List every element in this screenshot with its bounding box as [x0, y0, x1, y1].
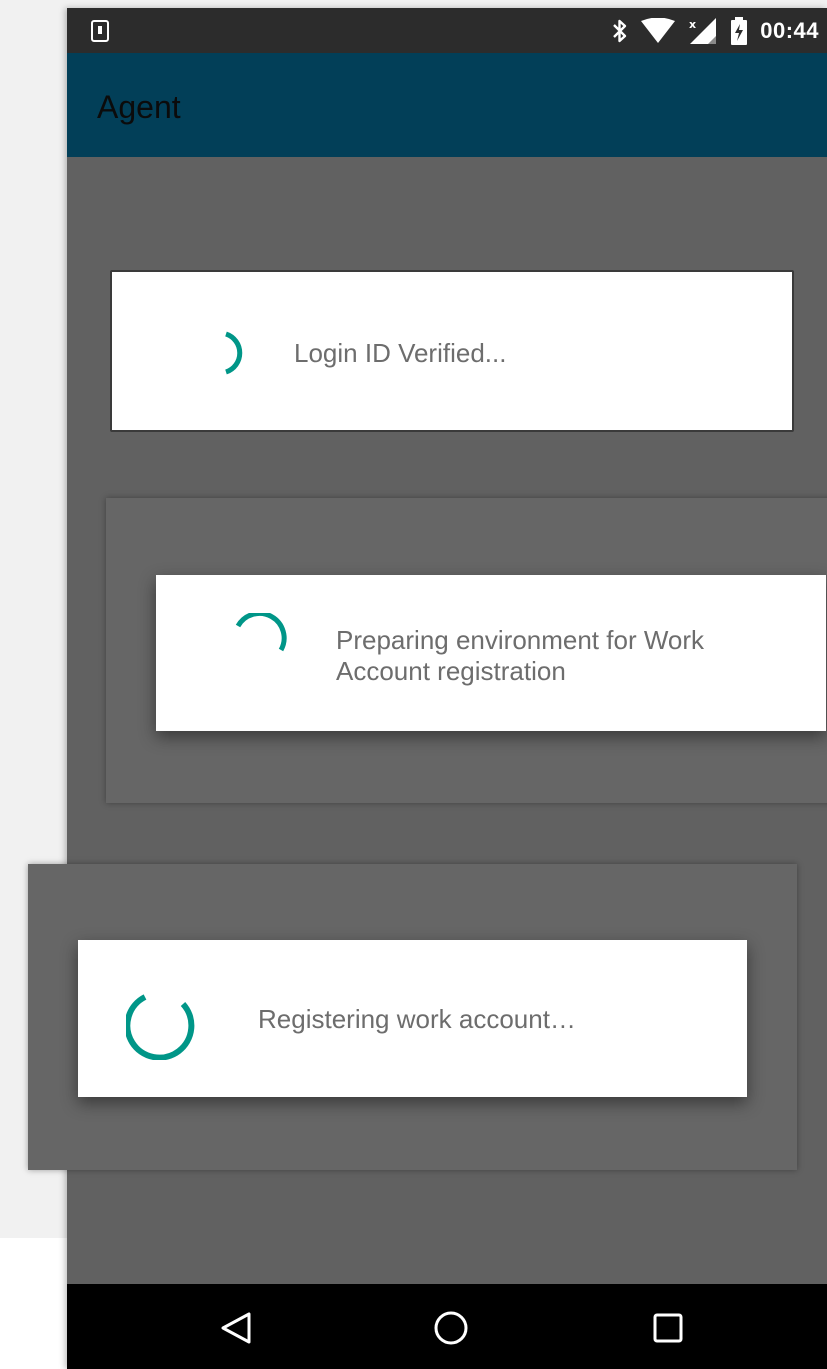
svg-text:x: x	[689, 18, 696, 31]
bluetooth-icon	[612, 18, 628, 44]
outside-background	[0, 1238, 67, 1369]
progress-message: Login ID Verified...	[294, 338, 507, 368]
status-icons: x 00:44	[612, 16, 819, 46]
loading-spinner-icon	[124, 980, 206, 1065]
progress-dialog-login: Login ID Verified...	[110, 270, 794, 432]
status-bar: x 00:44	[67, 8, 827, 53]
loading-spinner-icon	[224, 610, 294, 688]
dim-overlay: Registering work account…	[28, 864, 797, 1170]
back-icon[interactable]	[217, 1308, 257, 1348]
progress-message: Registering work account…	[258, 1004, 576, 1034]
app-title: Agent	[97, 89, 181, 125]
progress-dialog-preparing: Preparing environment for Work Account r…	[156, 575, 826, 731]
download-notification-icon	[91, 20, 109, 42]
wifi-icon	[640, 18, 676, 44]
loading-spinner-icon	[212, 328, 252, 383]
progress-dialog-registering: Registering work account…	[78, 940, 747, 1097]
home-icon[interactable]	[431, 1308, 471, 1348]
status-time: 00:44	[760, 18, 819, 43]
navigation-bar	[67, 1284, 827, 1369]
dim-overlay: Preparing environment for Work Account r…	[106, 498, 827, 803]
progress-message: Preparing environment for Work Account r…	[336, 625, 705, 686]
battery-charging-icon	[730, 17, 748, 45]
signal-no-data-icon: x	[688, 17, 718, 45]
recents-icon[interactable]	[648, 1308, 688, 1348]
app-bar: Agent	[67, 53, 827, 157]
